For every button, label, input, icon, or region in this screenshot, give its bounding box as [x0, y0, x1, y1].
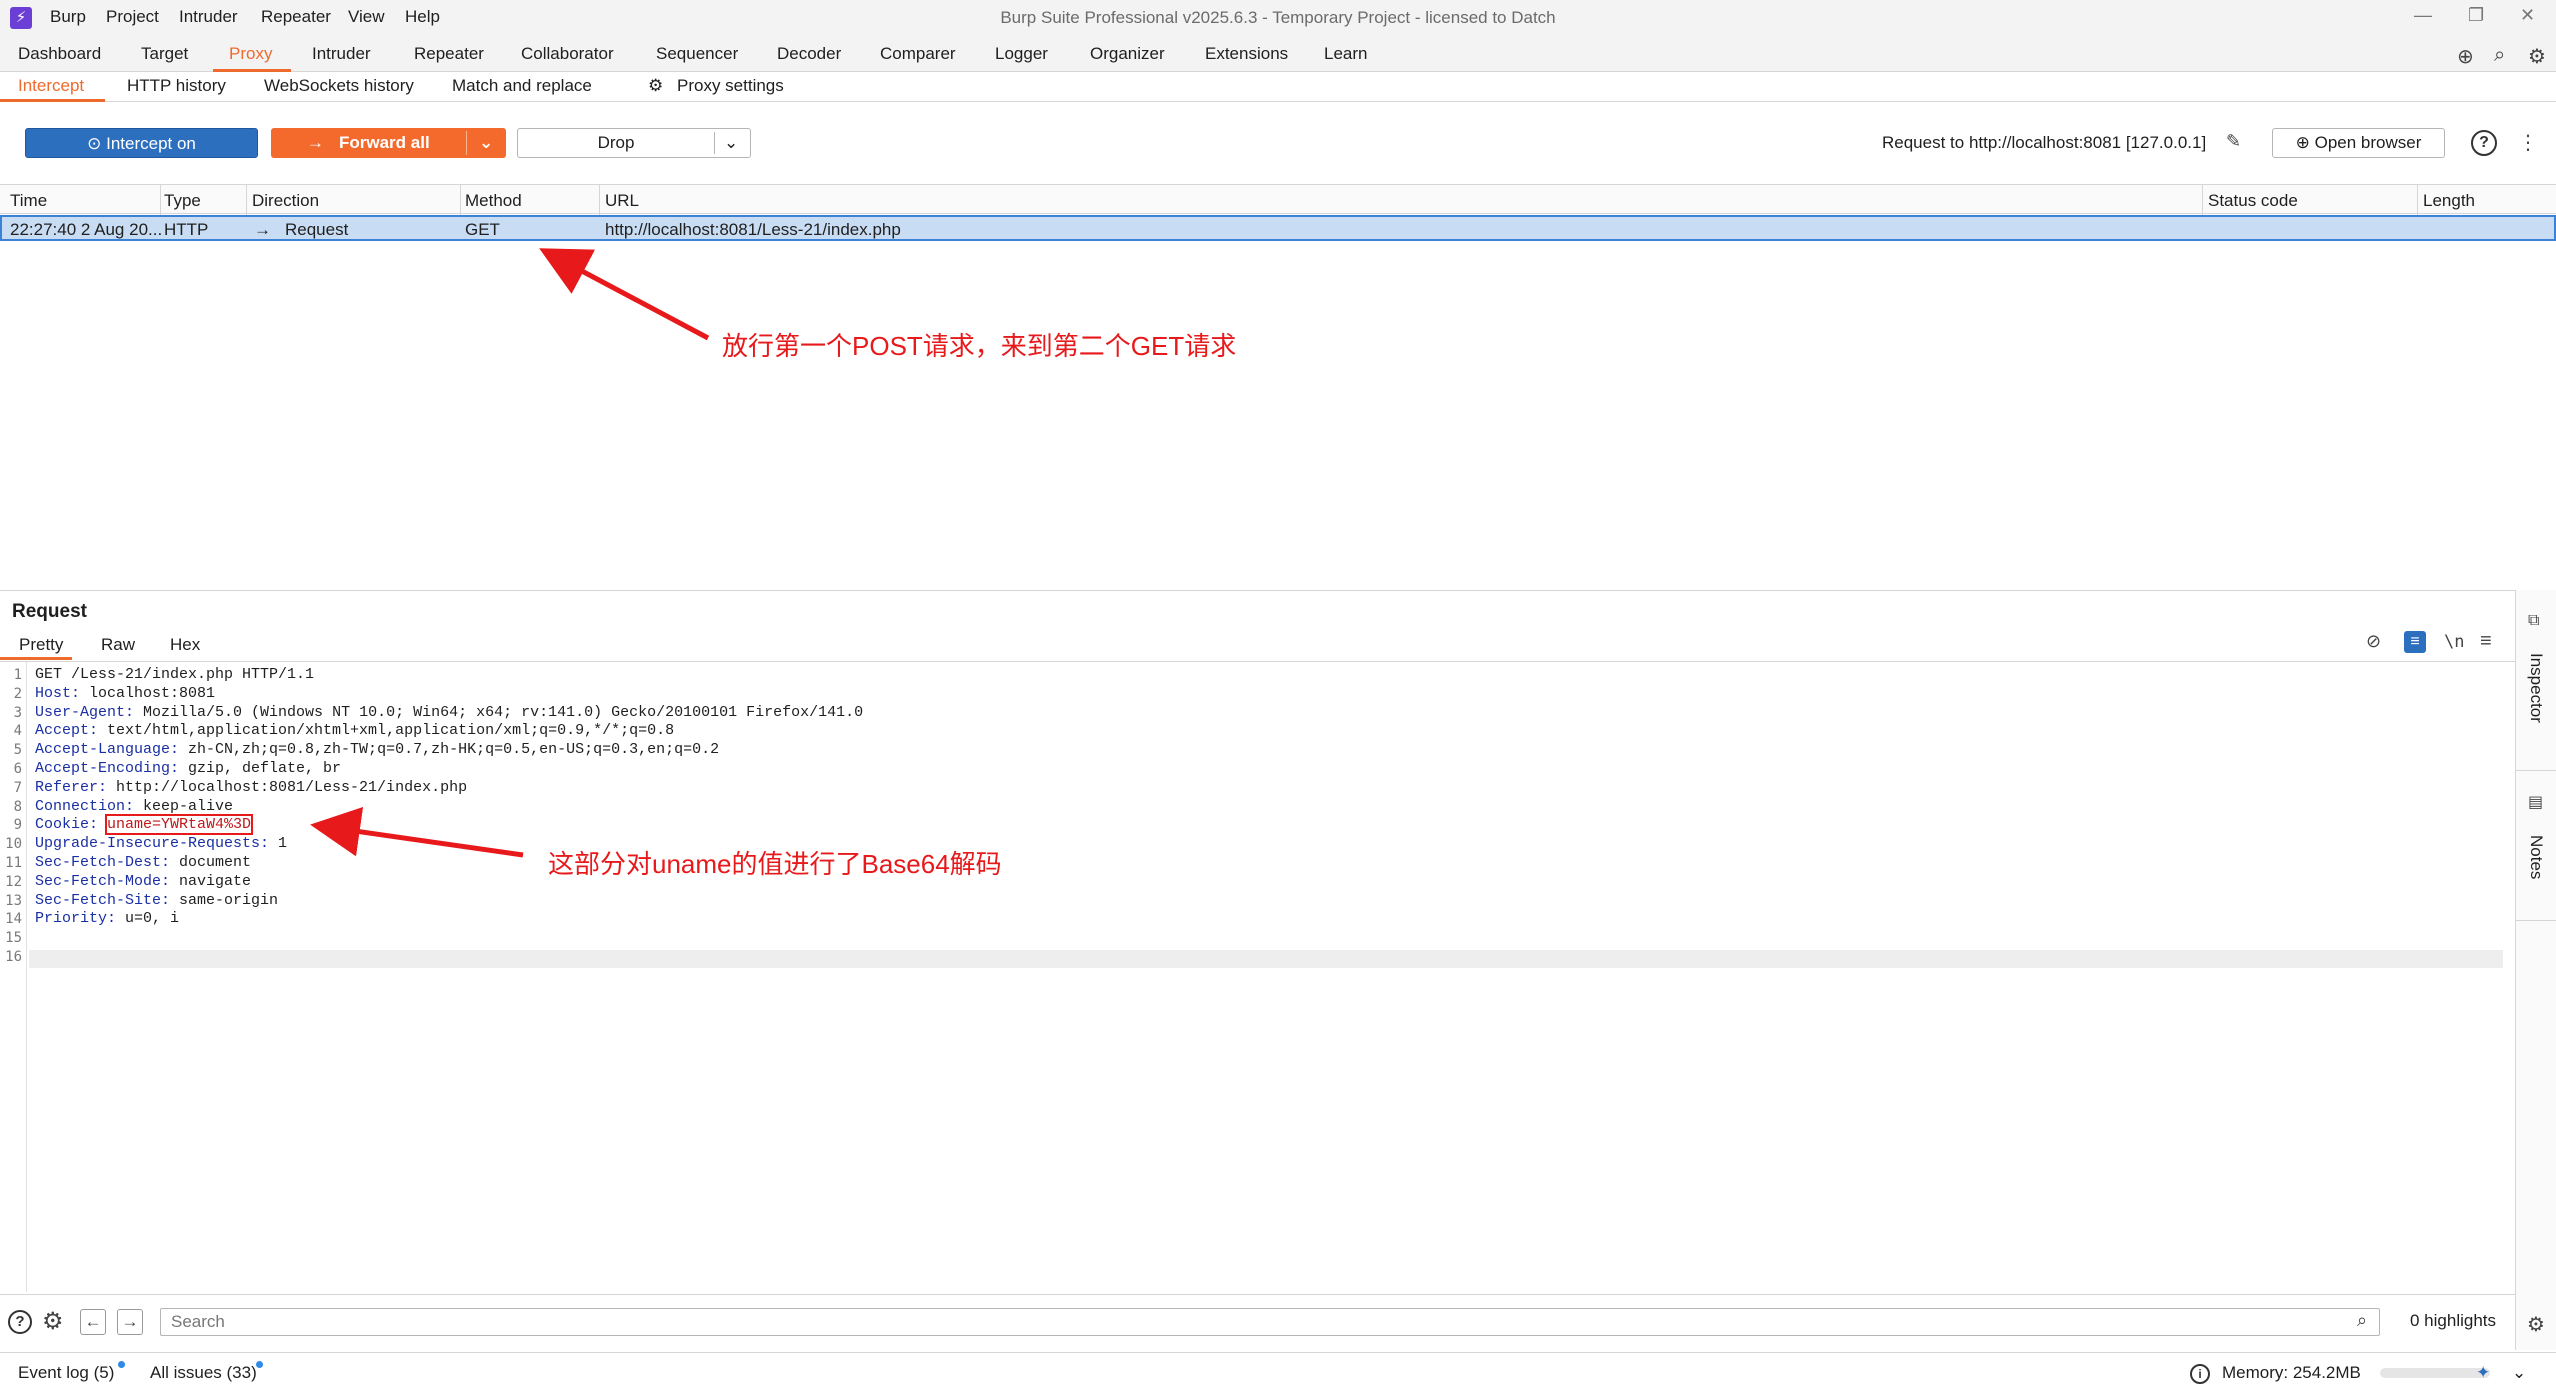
event-log-link[interactable]: Event log (5) — [18, 1363, 114, 1383]
header-key: Sec-Fetch-Mode: — [35, 873, 171, 890]
tab-raw[interactable]: Raw — [101, 635, 135, 655]
header-value: document — [170, 854, 252, 871]
code-line: Sec-Fetch-Dest: document — [35, 854, 251, 871]
gear-icon[interactable]: ⚙ — [42, 1307, 64, 1336]
annotation-arrow-bottom — [310, 806, 524, 858]
header-value: gzip, deflate, br — [179, 760, 342, 777]
help-icon[interactable]: ? — [8, 1310, 32, 1334]
header-value: Mozilla/5.0 (Windows NT 10.0; Win64; x64… — [134, 704, 864, 721]
header-key: Accept-Encoding: — [35, 760, 180, 777]
header-value: zh-CN,zh;q=0.8,zh-TW;q=0.7,zh-HK;q=0.5,e… — [179, 741, 720, 758]
annotation-bottom: 这部分对uname的值进行了Base64解码 — [548, 849, 1002, 879]
header-key: Sec-Fetch-Site: — [35, 892, 171, 909]
header-value: localhost:8081 — [80, 685, 216, 702]
search-input[interactable] — [171, 1310, 2331, 1334]
sidebar-notes[interactable]: Notes — [2526, 835, 2546, 879]
code-line: Connection: keep-alive — [35, 798, 233, 815]
line-number: 16 — [5, 949, 22, 965]
line-number: 15 — [5, 930, 22, 946]
header-key: Upgrade-Insecure-Requests: — [35, 835, 270, 852]
line-number: 8 — [13, 799, 22, 815]
code-line: GET /Less-21/index.php HTTP/1.1 — [35, 666, 314, 683]
highlights-count: 0 highlights — [2410, 1311, 2497, 1330]
line-number-gutter: 1 2 3 4 5 6 7 8 9 10 11 12 13 14 15 16 — [0, 662, 27, 1292]
code-line: Referer: http://localhost:8081/Less-21/i… — [35, 779, 467, 796]
header-value: 1 — [269, 835, 288, 852]
line-number: 5 — [13, 742, 22, 758]
header-key: Accept-Language: — [35, 741, 180, 758]
request-panel-title: Request — [12, 601, 87, 622]
memory-usage: Memory: 254.2MB — [2222, 1363, 2361, 1382]
annotation-arrows — [310, 248, 710, 858]
newline-icon[interactable]: \n — [2444, 632, 2464, 652]
line-number: 13 — [5, 893, 22, 909]
header-key: Cookie: — [35, 816, 99, 833]
menu-icon[interactable]: ≡ — [2480, 630, 2492, 653]
header-value: navigate — [170, 873, 252, 890]
code-line: Accept: text/html,application/xhtml+xml,… — [35, 722, 674, 739]
code-line: Sec-Fetch-Site: same-origin — [35, 892, 278, 909]
info-icon[interactable]: i — [2190, 1364, 2210, 1384]
chevron-down-icon[interactable]: ⌄ — [2512, 1363, 2526, 1383]
code-line: User-Agent: Mozilla/5.0 (Windows NT 10.0… — [35, 704, 863, 721]
line-number: 14 — [5, 911, 22, 927]
code-line: Accept-Language: zh-CN,zh;q=0.8,zh-TW;q=… — [35, 741, 719, 758]
search-box[interactable]: ⌕ — [160, 1308, 2380, 1336]
ai-sparkle-icon[interactable]: ✦ — [2476, 1363, 2490, 1383]
code-line: Host: localhost:8081 — [35, 685, 215, 702]
line-number: 3 — [13, 705, 22, 721]
code-line: Sec-Fetch-Mode: navigate — [35, 873, 251, 890]
line-number: 10 — [5, 836, 22, 852]
forward-arrow-icon[interactable]: → — [117, 1309, 143, 1335]
header-key: User-Agent: — [35, 704, 135, 721]
annotation-top: 放行第一个POST请求，来到第二个GET请求 — [722, 331, 1237, 361]
line-number: 4 — [13, 723, 22, 739]
header-value: keep-alive — [134, 798, 234, 815]
highlighted-cookie-value: uname=YWRtaW4%3D — [105, 814, 254, 835]
current-line-highlight — [29, 950, 2503, 968]
event-log-badge — [118, 1361, 125, 1368]
line-number: 7 — [13, 780, 22, 796]
line-number: 2 — [13, 686, 22, 702]
eye-off-icon[interactable]: ⊘ — [2366, 631, 2381, 652]
wrap-lines-icon[interactable]: ≡ — [2404, 631, 2426, 653]
header-value: same-origin — [170, 892, 279, 909]
header-key: Host: — [35, 685, 81, 702]
panel-splitter[interactable] — [0, 590, 2515, 591]
back-arrow-icon[interactable]: ← — [80, 1309, 106, 1335]
header-key: Connection: — [35, 798, 135, 815]
code-line: Cookie: uname=YWRtaW4%3D — [35, 814, 254, 835]
line-number: 12 — [5, 874, 22, 890]
tab-pretty[interactable]: Pretty — [19, 635, 63, 655]
code-line: Upgrade-Insecure-Requests: 1 — [35, 835, 287, 852]
search-icon[interactable]: ⌕ — [2357, 1310, 2367, 1331]
header-value: GET /Less-21/index.php HTTP/1.1 — [35, 666, 315, 683]
status-bar: Event log (5) All issues (33) i Memory: … — [0, 1352, 2556, 1392]
header-key: Priority: — [35, 910, 117, 927]
notes-icon[interactable]: ▤ — [2528, 792, 2543, 812]
header-key: Accept: — [35, 722, 99, 739]
line-number: 11 — [5, 855, 22, 871]
header-value: u=0, i — [116, 910, 180, 927]
memory-bar — [2380, 1368, 2490, 1378]
tab-hex[interactable]: Hex — [170, 635, 200, 655]
annotation-arrow-top — [539, 248, 710, 341]
all-issues-link[interactable]: All issues (33) — [150, 1363, 257, 1383]
header-key: Sec-Fetch-Dest: — [35, 854, 171, 871]
line-number: 1 — [13, 667, 22, 683]
sidebar-inspector[interactable]: Inspector — [2526, 653, 2546, 723]
issues-badge — [256, 1361, 263, 1368]
gear-icon[interactable]: ⚙ — [2527, 1312, 2545, 1337]
header-key: Referer: — [35, 779, 108, 796]
line-number: 6 — [13, 761, 22, 777]
code-line: Accept-Encoding: gzip, deflate, br — [35, 760, 341, 777]
right-sidebar: ⧉ Inspector ▤ Notes ⚙ — [2515, 590, 2556, 1350]
header-value — [98, 816, 107, 833]
header-value: text/html,application/xhtml+xml,applicat… — [98, 722, 675, 739]
code-line: Priority: u=0, i — [35, 910, 179, 927]
inspector-icon[interactable]: ⧉ — [2528, 612, 2539, 630]
line-number: 9 — [13, 817, 22, 833]
header-value: http://localhost:8081/Less-21/index.php — [107, 779, 468, 796]
